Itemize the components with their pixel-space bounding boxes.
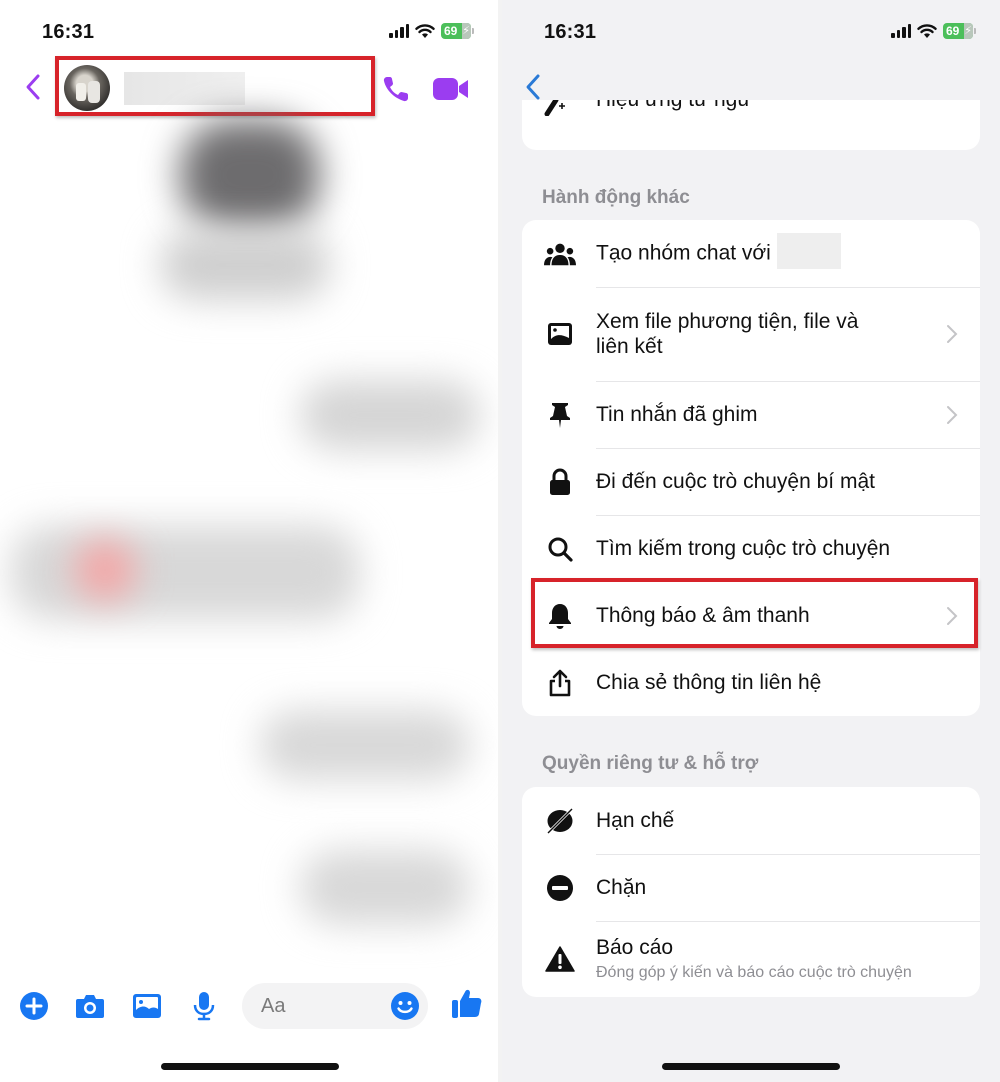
back-chevron-icon[interactable]	[522, 72, 544, 102]
status-time: 16:31	[544, 21, 597, 43]
menu-item-pinned-messages[interactable]: Tin nhắn đã ghim	[522, 381, 980, 448]
status-time: 16:31	[42, 21, 95, 43]
blurred-image	[180, 120, 320, 230]
block-icon	[544, 872, 576, 904]
redacted-contact-name	[776, 232, 841, 269]
home-indicator[interactable]	[161, 1063, 339, 1070]
status-bar: 16:31 69 ⚡	[502, 18, 1000, 48]
blurred-message	[260, 710, 470, 780]
previous-section-card: Hiệu ứng từ ngữ	[522, 100, 980, 150]
menu-item-view-media[interactable]: Xem file phương tiện, file và liên kết	[522, 287, 980, 381]
menu-item-restrict[interactable]: Hạn chế	[522, 787, 980, 854]
menu-item-block[interactable]: Chặn	[522, 854, 980, 921]
menu-item-word-effects[interactable]: Hiệu ứng từ ngữ	[522, 100, 980, 118]
cellular-signal-icon	[891, 24, 911, 38]
menu-item-search-conversation[interactable]: Tìm kiếm trong cuộc trò chuyện	[522, 515, 980, 582]
home-indicator[interactable]	[662, 1063, 840, 1070]
image-icon	[544, 318, 576, 350]
chevron-right-icon	[947, 405, 958, 424]
menu-item-secret-conversation[interactable]: Đi đến cuộc trò chuyện bí mật	[522, 448, 980, 515]
blurred-message	[160, 230, 330, 300]
back-chevron-icon[interactable]	[22, 72, 44, 102]
pin-icon	[544, 399, 576, 431]
message-composer: Aa	[0, 980, 498, 1036]
warning-icon	[544, 943, 576, 975]
smiley-icon[interactable]	[390, 991, 420, 1021]
conversation-settings-screen: Hiệu ứng từ ngữ 16:31 69⚡ Hành động khác…	[502, 0, 1000, 1082]
plus-circle-icon[interactable]	[18, 990, 50, 1022]
wifi-icon	[917, 23, 937, 38]
video-camera-icon[interactable]	[432, 76, 470, 102]
chat-header	[0, 56, 498, 118]
battery-icon: 69 ⚡	[943, 23, 973, 39]
highlight-annotation-notifications	[531, 578, 978, 648]
lock-icon	[544, 466, 576, 498]
chevron-right-icon	[947, 325, 958, 343]
blurred-message	[10, 525, 360, 620]
blurred-avatar	[75, 540, 135, 600]
phone-icon[interactable]	[381, 74, 411, 104]
blurred-message	[300, 850, 470, 925]
section-title-other-actions: Hành động khác	[542, 187, 690, 208]
thumbs-up-icon[interactable]	[450, 986, 484, 1020]
microphone-icon[interactable]	[188, 990, 220, 1022]
blurred-message	[300, 380, 480, 450]
chat-screen: 16:31 69 ⚡ Aa	[0, 0, 498, 1082]
highlight-annotation-contact	[55, 56, 375, 116]
menu-item-report[interactable]: Báo cáo Đóng góp ý kiến và báo cáo cuộc …	[522, 921, 980, 997]
message-input-placeholder: Aa	[261, 995, 286, 1017]
search-icon	[544, 533, 576, 565]
message-list	[0, 120, 498, 970]
magic-wand-icon	[544, 100, 565, 116]
wifi-icon	[415, 23, 435, 38]
restrict-icon	[544, 805, 576, 837]
cellular-signal-icon	[389, 24, 409, 38]
privacy-support-card: Hạn chế Chặn Báo cáo Đóng góp ý kiến và …	[522, 787, 980, 997]
menu-item-create-group[interactable]: Tạo nhóm chat với	[522, 220, 980, 287]
status-bar: 16:31 69 ⚡	[0, 18, 498, 48]
share-icon	[544, 667, 576, 699]
menu-item-share-contact[interactable]: Chia sẻ thông tin liên hệ	[522, 649, 980, 716]
message-input[interactable]: Aa	[242, 983, 428, 1029]
section-title-privacy-support: Quyền riêng tư & hỗ trợ	[542, 753, 759, 774]
group-icon	[544, 238, 576, 270]
camera-icon[interactable]	[74, 990, 106, 1022]
image-icon[interactable]	[131, 990, 163, 1022]
report-sublabel: Đóng góp ý kiến và báo cáo cuộc trò chuy…	[596, 963, 912, 981]
battery-icon: 69 ⚡	[441, 23, 471, 39]
